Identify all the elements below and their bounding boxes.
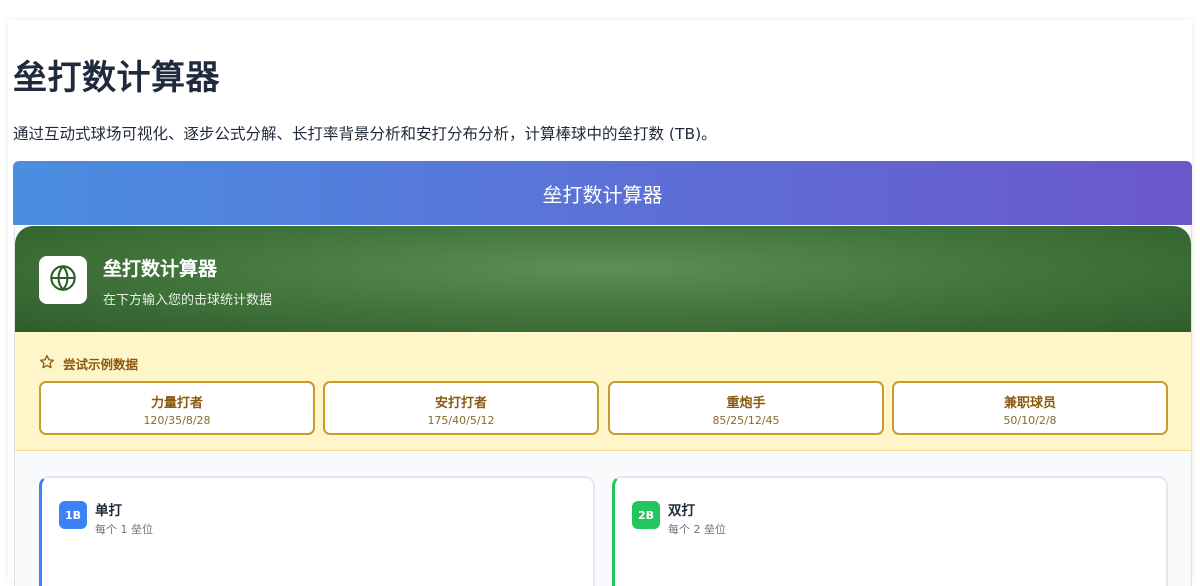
example-values: 85/25/12/45	[712, 414, 780, 427]
example-values: 175/40/5/12	[427, 414, 495, 427]
page-title: 垒打数计算器	[13, 58, 220, 98]
example-contact-hitter-button[interactable]: 安打打者 175/40/5/12	[323, 381, 599, 435]
calculator-title: 垒打数计算器	[103, 258, 218, 280]
singles-description: 每个 1 垒位	[95, 523, 153, 536]
example-values: 120/35/8/28	[143, 414, 211, 427]
page-container: 垒打数计算器 通过互动式球场可视化、逐步公式分解、长打率背景分析和安打分布分析，…	[8, 20, 1192, 586]
example-name: 安打打者	[434, 396, 487, 411]
example-values: 50/10/2/8	[1003, 414, 1057, 427]
calculator-banner: 垒打数计算器	[13, 161, 1192, 225]
examples-section: 尝试示例数据 力量打者 120/35/8/28 安打打者 175/40/5/12…	[15, 332, 1191, 451]
calculator-header: 垒打数计算器 在下方输入您的击球统计数据	[15, 226, 1191, 332]
calculator-icon-box	[39, 256, 87, 304]
doubles-description: 每个 2 垒位	[668, 523, 726, 536]
example-name: 兼职球员	[1003, 396, 1056, 411]
page-description: 通过互动式球场可视化、逐步公式分解、长打率背景分析和安打分布分析，计算棒球中的垒…	[13, 125, 717, 143]
example-power-hitter-button[interactable]: 力量打者 120/35/8/28	[39, 381, 315, 435]
example-name: 重炮手	[726, 396, 766, 411]
example-slugger-button[interactable]: 重炮手 85/25/12/45	[608, 381, 884, 435]
example-name: 力量打者	[150, 396, 203, 411]
doubles-badge: 2B	[632, 501, 660, 529]
star-icon	[39, 354, 55, 373]
banner-title: 垒打数计算器	[542, 182, 663, 207]
singles-badge: 1B	[59, 501, 87, 529]
globe-icon	[49, 264, 77, 296]
examples-heading: 尝试示例数据	[39, 354, 138, 373]
calculator-subtitle: 在下方输入您的击球统计数据	[103, 293, 273, 308]
example-part-time-player-button[interactable]: 兼职球员 50/10/2/8	[892, 381, 1168, 435]
singles-label: 单打	[95, 503, 122, 519]
examples-heading-label: 尝试示例数据	[63, 357, 139, 372]
doubles-input-card: 2B 双打 每个 2 垒位	[612, 476, 1168, 586]
singles-input-card: 1B 单打 每个 1 垒位	[39, 476, 595, 586]
doubles-label: 双打	[668, 503, 695, 519]
calculator-panel: 垒打数计算器 在下方输入您的击球统计数据 尝试示例数据 力量打者 120/35/…	[14, 226, 1192, 586]
